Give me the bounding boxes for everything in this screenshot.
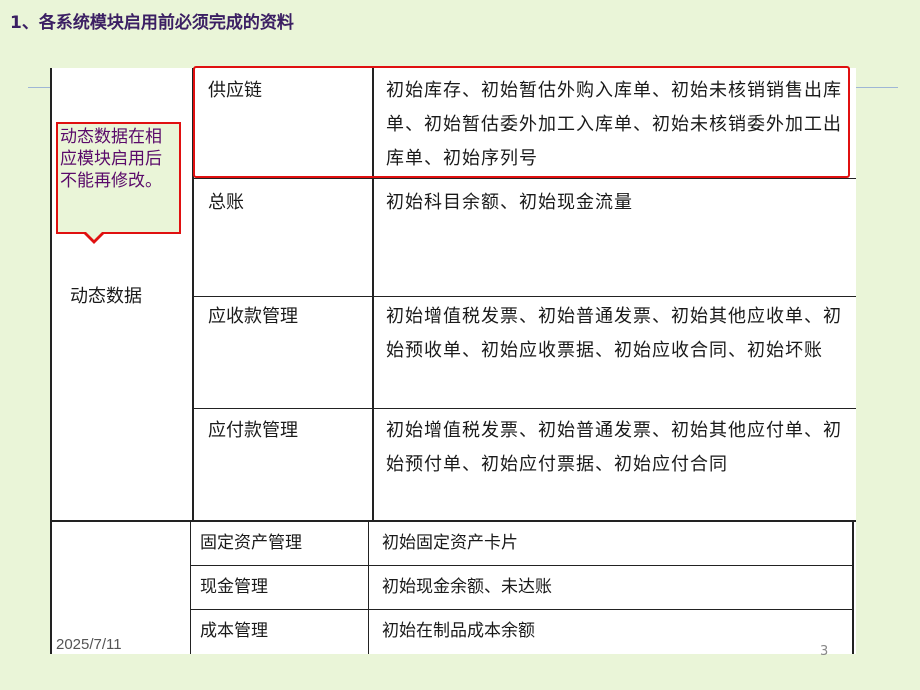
footer-date: 2025/7/11 (56, 636, 122, 653)
module-name: 现金管理 (200, 577, 268, 597)
callout-tail-inner (86, 232, 102, 240)
column-divider (190, 522, 191, 654)
module-content: 初始固定资产卡片 (382, 533, 518, 553)
module-name: 应收款管理 (208, 306, 298, 327)
callout-note: 动态数据在相应模块启用后不能再修改。 (56, 122, 181, 234)
slide-title: 1、各系统模块启用前必须完成的资料 (10, 13, 294, 33)
row-divider (192, 408, 856, 409)
table-right-border (852, 522, 854, 654)
row-divider (192, 296, 856, 297)
row-divider (190, 565, 854, 566)
group-label: 动态数据 (70, 286, 142, 307)
row-divider (192, 178, 856, 179)
module-name: 应付款管理 (208, 420, 298, 441)
module-content: 初始增值税发票、初始普通发票、初始其他应收单、初始预收单、初始应收票据、初始应收… (386, 306, 842, 361)
row-divider (190, 609, 854, 610)
module-content: 初始在制品成本余额 (382, 621, 535, 641)
module-name: 总账 (208, 192, 244, 213)
table-left-border (50, 68, 52, 654)
module-content: 初始现金余额、未达账 (382, 577, 552, 597)
highlight-box (193, 66, 850, 178)
module-name: 固定资产管理 (200, 533, 302, 553)
module-content: 初始科目余额、初始现金流量 (386, 192, 633, 213)
column-divider (368, 522, 369, 654)
section-divider (50, 520, 856, 522)
module-content: 初始增值税发票、初始普通发票、初始其他应付单、初始预付单、初始应付票据、初始应付… (386, 420, 842, 475)
module-name: 成本管理 (200, 621, 268, 641)
page-number: 3 (820, 644, 829, 659)
